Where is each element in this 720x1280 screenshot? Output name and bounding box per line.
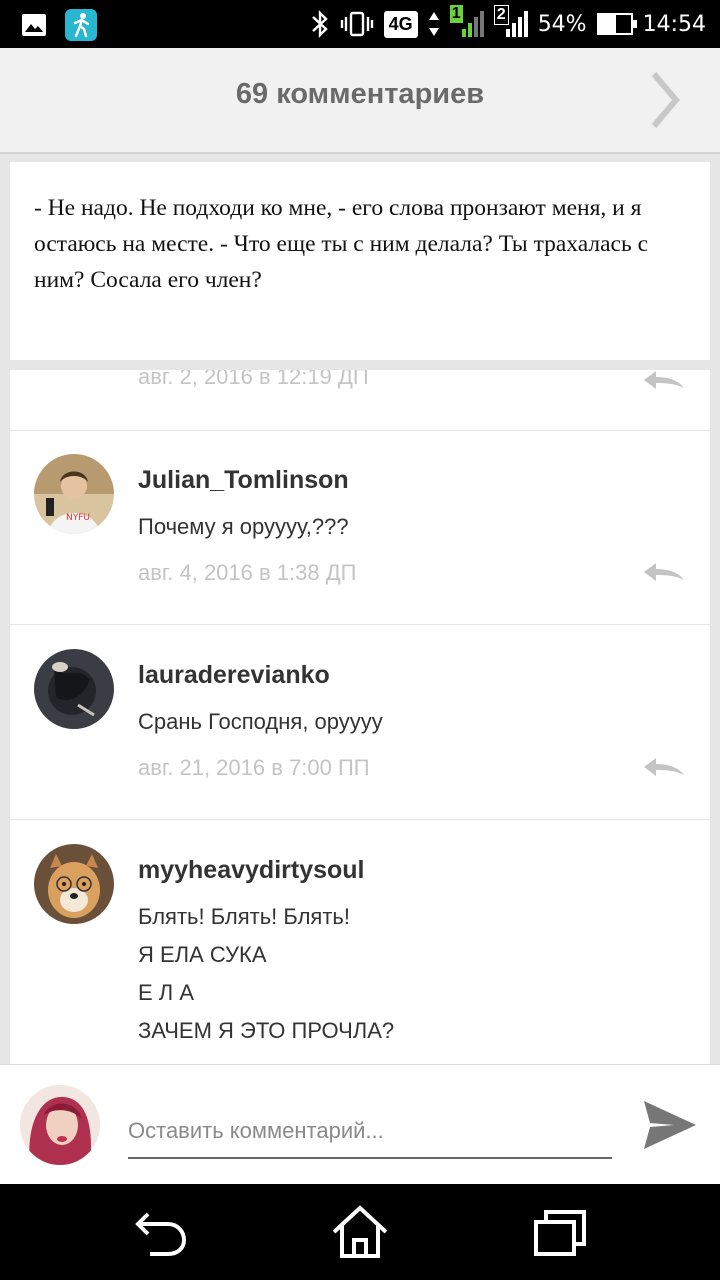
reply-icon[interactable] <box>642 755 686 779</box>
comment-item: lauraderevianko Срань Господня, оруууу а… <box>10 625 710 820</box>
comment-text: Я ЕЛА СУКА <box>138 942 267 967</box>
avatar[interactable] <box>34 649 114 729</box>
back-icon[interactable] <box>130 1204 190 1260</box>
comment-text: Почему я оруууу,??? <box>138 514 349 539</box>
avatar[interactable] <box>34 844 114 924</box>
battery-icon <box>596 13 637 35</box>
comment-text: ЗАЧЕМ Я ЭТО ПРОЧЛА? <box>138 1018 395 1043</box>
home-icon[interactable] <box>330 1204 390 1260</box>
battery-percent: 54% <box>537 11 587 37</box>
signal-icon <box>461 11 484 37</box>
recent-apps-icon[interactable] <box>530 1204 590 1260</box>
network-type-badge: 4G <box>383 10 418 38</box>
comment-author[interactable]: myyheavydirtysoul <box>138 856 365 885</box>
page-title: 69 комментариев <box>235 78 485 110</box>
comments-list[interactable]: авг. 2, 2016 в 12:19 ДП NYFU Julian_Toml… <box>10 370 710 1064</box>
bluetooth-icon <box>311 10 328 38</box>
comment-time: авг. 4, 2016 в 1:38 ДП <box>138 560 357 585</box>
data-arrows-icon <box>428 12 439 36</box>
comment-time: авг. 2, 2016 в 12:19 ДП <box>138 370 369 389</box>
list-item: авг. 2, 2016 в 12:19 ДП <box>10 370 710 431</box>
story-excerpt: - Не надо. Не подходи ко мне, - его слов… <box>10 162 710 360</box>
vibrate-icon <box>340 11 373 37</box>
comment-time: авг. 21, 2016 в 7:00 ПП <box>138 755 370 780</box>
sim2-signal: 2 <box>493 5 528 39</box>
comment-input[interactable] <box>128 1105 612 1159</box>
fitness-app-icon <box>65 9 97 41</box>
comment-text: Срань Господня, оруууу <box>138 709 383 734</box>
signal-icon <box>505 11 528 37</box>
excerpt-text: - Не надо. Не подходи ко мне, - его слов… <box>34 195 648 293</box>
clock: 14:54 <box>642 11 706 37</box>
avatar[interactable]: NYFU <box>34 454 114 534</box>
comment-item: myyheavydirtysoul Блять! Блять! Блять! Я… <box>10 820 710 1064</box>
status-bar: 4G 1 2 54% 14:54 <box>0 0 720 48</box>
reply-icon[interactable] <box>642 560 686 584</box>
avatar <box>20 1085 100 1165</box>
comments-header: 69 комментариев <box>0 48 720 154</box>
svg-text:NYFU: NYFU <box>66 513 90 523</box>
chevron-right-icon[interactable] <box>644 70 684 130</box>
send-icon[interactable] <box>640 1097 700 1153</box>
comment-text: Блять! Блять! Блять! <box>138 904 350 929</box>
comment-composer <box>0 1064 720 1185</box>
comment-item: NYFU Julian_Tomlinson Почему я оруууу,??… <box>10 430 710 625</box>
reply-icon[interactable] <box>642 370 686 392</box>
system-nav-bar <box>0 1184 720 1280</box>
sim1-signal: 1 <box>449 5 484 39</box>
comment-author[interactable]: lauraderevianko <box>138 661 330 690</box>
comment-author[interactable]: Julian_Tomlinson <box>138 466 349 495</box>
gallery-icon <box>22 14 46 36</box>
comment-text: Е Л А <box>138 980 195 1005</box>
